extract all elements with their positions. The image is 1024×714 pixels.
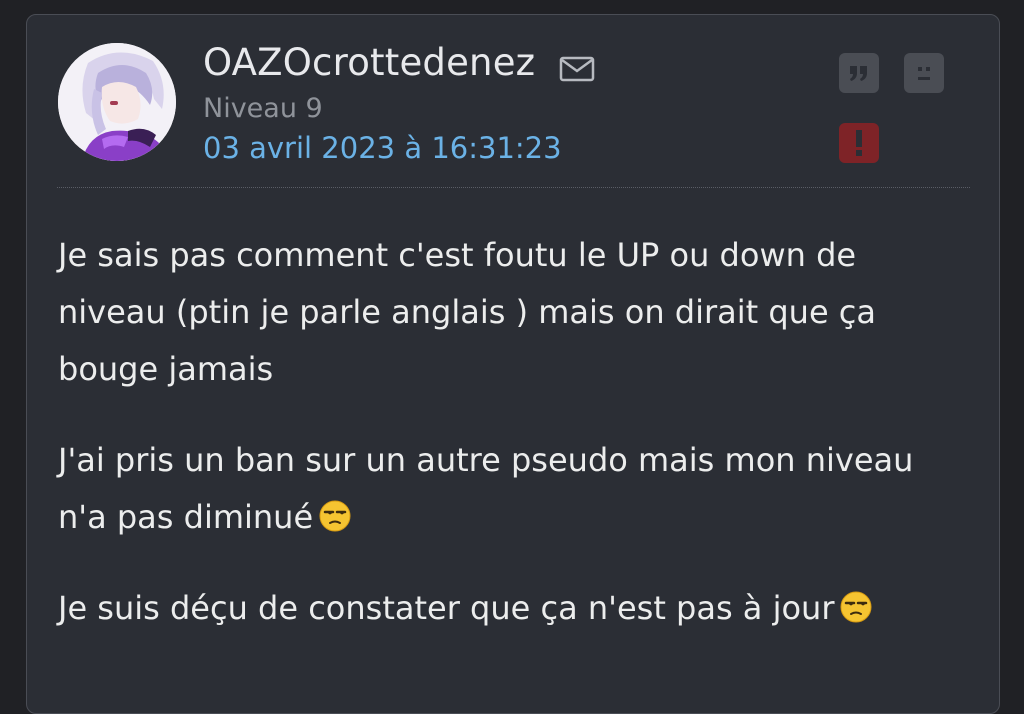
quote-icon (850, 66, 867, 81)
avatar-image (58, 43, 176, 161)
post-paragraph-text: Je suis déçu de constater que ça n'est p… (58, 589, 835, 627)
author-avatar[interactable] (58, 43, 176, 161)
post-paragraph-text: Je sais pas comment c'est foutu le UP ou… (58, 236, 876, 388)
report-button[interactable] (839, 123, 879, 163)
post-paragraph: Je suis déçu de constater que ça n'est p… (58, 580, 958, 637)
sad-reaction-button[interactable] (904, 53, 944, 93)
quote-button[interactable] (839, 53, 879, 93)
exclamation-icon (856, 130, 862, 156)
author-name[interactable]: OAZOcrottedenez (203, 41, 535, 84)
sad-face-icon (918, 67, 930, 80)
forum-post-card: OAZOcrottedenez Niveau 9 03 avril 2023 à… (26, 14, 1000, 714)
author-level: Niveau 9 (203, 93, 323, 124)
envelope-icon[interactable] (559, 55, 595, 83)
post-date-link[interactable]: 03 avril 2023 à 16:31:23 (203, 131, 562, 165)
post-paragraph: Je sais pas comment c'est foutu le UP ou… (58, 227, 958, 398)
post-paragraph: J'ai pris un ban sur un autre pseudo mai… (58, 432, 958, 546)
unamused-face-emoji (840, 591, 872, 623)
post-paragraph-text: J'ai pris un ban sur un autre pseudo mai… (58, 441, 914, 536)
unamused-face-emoji (319, 500, 351, 532)
post-body: Je sais pas comment c'est foutu le UP ou… (58, 227, 958, 671)
header-divider (57, 187, 970, 188)
